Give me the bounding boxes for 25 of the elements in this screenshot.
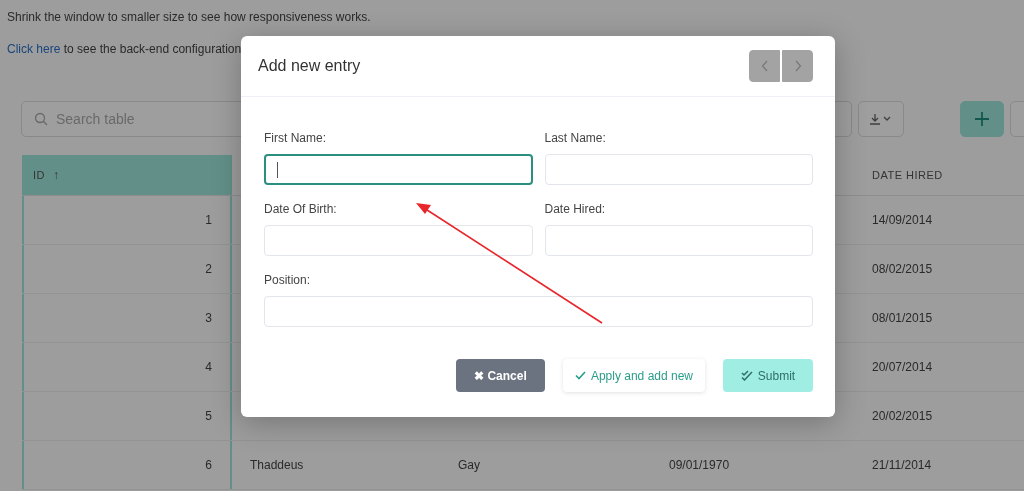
table-cell: 2: [205, 262, 212, 276]
field-label: Date Hired:: [544, 202, 607, 216]
table-cell: 5: [205, 409, 212, 423]
dialog-title: Add new entry: [258, 57, 361, 75]
table-cell: 09/01/1970: [669, 458, 730, 472]
field-label: Date Of Birth:: [264, 202, 338, 216]
table-cell: 4: [205, 360, 212, 374]
table-cell: Thaddeus: [250, 458, 304, 472]
field-label: Last Name:: [544, 131, 607, 145]
table-cell: 1: [205, 213, 212, 227]
table-cell: 20/02/2015: [872, 409, 933, 423]
table-cell: 3: [205, 311, 212, 325]
header-label: ID: [33, 169, 45, 181]
field-label: Position:: [264, 273, 312, 287]
config-text: to see the back-end configuration: [63, 42, 242, 56]
sort-icon: ↑: [53, 168, 60, 182]
header-label: DATE HIRED: [872, 169, 943, 181]
table-cell: 6: [205, 458, 212, 472]
table-cell: 08/01/2015: [872, 311, 933, 325]
table-cell: 08/02/2015: [872, 262, 933, 276]
table-cell: Gay: [458, 458, 480, 472]
table-cell: 21/11/2014: [872, 458, 932, 472]
table-cell: 14/09/2014: [872, 213, 933, 227]
intro-text: Shrink the window to smaller size to see how responsiveness works.: [6, 9, 372, 24]
table-cell: 20/07/2014: [872, 360, 933, 374]
